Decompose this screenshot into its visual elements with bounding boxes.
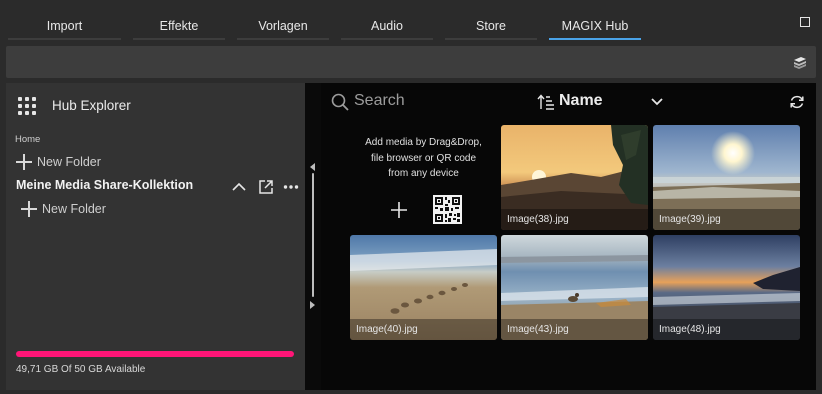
media-thumbnail[interactable]: Image(39).jpg bbox=[653, 125, 800, 230]
collapse-left-icon[interactable] bbox=[310, 163, 315, 171]
panel-splitter[interactable] bbox=[305, 83, 321, 390]
new-folder-button-home[interactable]: New Folder bbox=[16, 154, 101, 170]
hub-toolbar bbox=[6, 46, 816, 78]
qr-code-icon[interactable] bbox=[433, 195, 462, 224]
plus-icon bbox=[16, 154, 32, 170]
media-file-name: Image(48).jpg bbox=[653, 319, 800, 340]
expand-right-icon[interactable] bbox=[310, 301, 315, 309]
more-options-icon[interactable] bbox=[283, 179, 299, 195]
tab-vorlagen[interactable]: Vorlagen bbox=[237, 12, 329, 40]
maximize-icon[interactable] bbox=[800, 17, 810, 27]
chevron-down-icon[interactable] bbox=[651, 96, 663, 106]
media-file-name: Image(38).jpg bbox=[501, 209, 648, 230]
sort-icon[interactable] bbox=[537, 94, 555, 110]
grid-icon[interactable] bbox=[18, 97, 38, 117]
tab-effekte[interactable]: Effekte bbox=[133, 12, 225, 40]
media-browser: Search Name Add media by Drag&Drop, file… bbox=[321, 83, 816, 390]
media-thumbnail[interactable]: Image(43).jpg bbox=[501, 235, 648, 340]
tab-magix-hub[interactable]: MAGIX Hub bbox=[549, 12, 641, 40]
sort-dropdown-label[interactable]: Name bbox=[559, 92, 603, 110]
hub-explorer-title: Hub Explorer bbox=[52, 98, 131, 113]
tab-import[interactable]: Import bbox=[8, 12, 121, 40]
media-thumbnail[interactable]: Image(38).jpg bbox=[501, 125, 648, 230]
home-section-label: Home bbox=[15, 134, 41, 145]
storage-usage-bar bbox=[16, 351, 294, 357]
storage-usage-text: 49,71 GB Of 50 GB Available bbox=[16, 364, 146, 375]
search-input[interactable]: Search bbox=[354, 92, 405, 110]
new-folder-label: New Folder bbox=[42, 202, 106, 216]
search-icon[interactable] bbox=[331, 93, 349, 111]
splitter-handle[interactable] bbox=[312, 173, 314, 297]
media-file-name: Image(40).jpg bbox=[350, 319, 497, 340]
new-folder-button-collection[interactable]: New Folder bbox=[21, 201, 106, 217]
media-thumbnail[interactable]: Image(40).jpg bbox=[350, 235, 497, 340]
stack-icon[interactable] bbox=[792, 54, 808, 70]
tab-audio[interactable]: Audio bbox=[341, 12, 433, 40]
media-file-name: Image(39).jpg bbox=[653, 209, 800, 230]
top-tab-bar: Import Effekte Vorlagen Audio Store MAGI… bbox=[0, 0, 822, 44]
plus-icon bbox=[21, 201, 37, 217]
hub-explorer-panel: Hub Explorer Home New Folder Meine Media… bbox=[6, 83, 305, 390]
chevron-up-icon[interactable] bbox=[231, 179, 247, 195]
collection-title[interactable]: Meine Media Share-Kollektion bbox=[16, 178, 193, 192]
refresh-icon[interactable] bbox=[789, 94, 805, 110]
upload-drop-zone[interactable]: Add media by Drag&Drop, file browser or … bbox=[350, 125, 497, 230]
media-file-name: Image(43).jpg bbox=[501, 319, 648, 340]
open-external-icon[interactable] bbox=[258, 179, 274, 195]
add-media-icon[interactable] bbox=[390, 201, 408, 219]
drop-zone-text: Add media by Drag&Drop, file browser or … bbox=[365, 137, 482, 179]
media-thumbnail[interactable]: Image(48).jpg bbox=[653, 235, 800, 340]
tab-store[interactable]: Store bbox=[445, 12, 537, 40]
new-folder-label: New Folder bbox=[37, 155, 101, 169]
